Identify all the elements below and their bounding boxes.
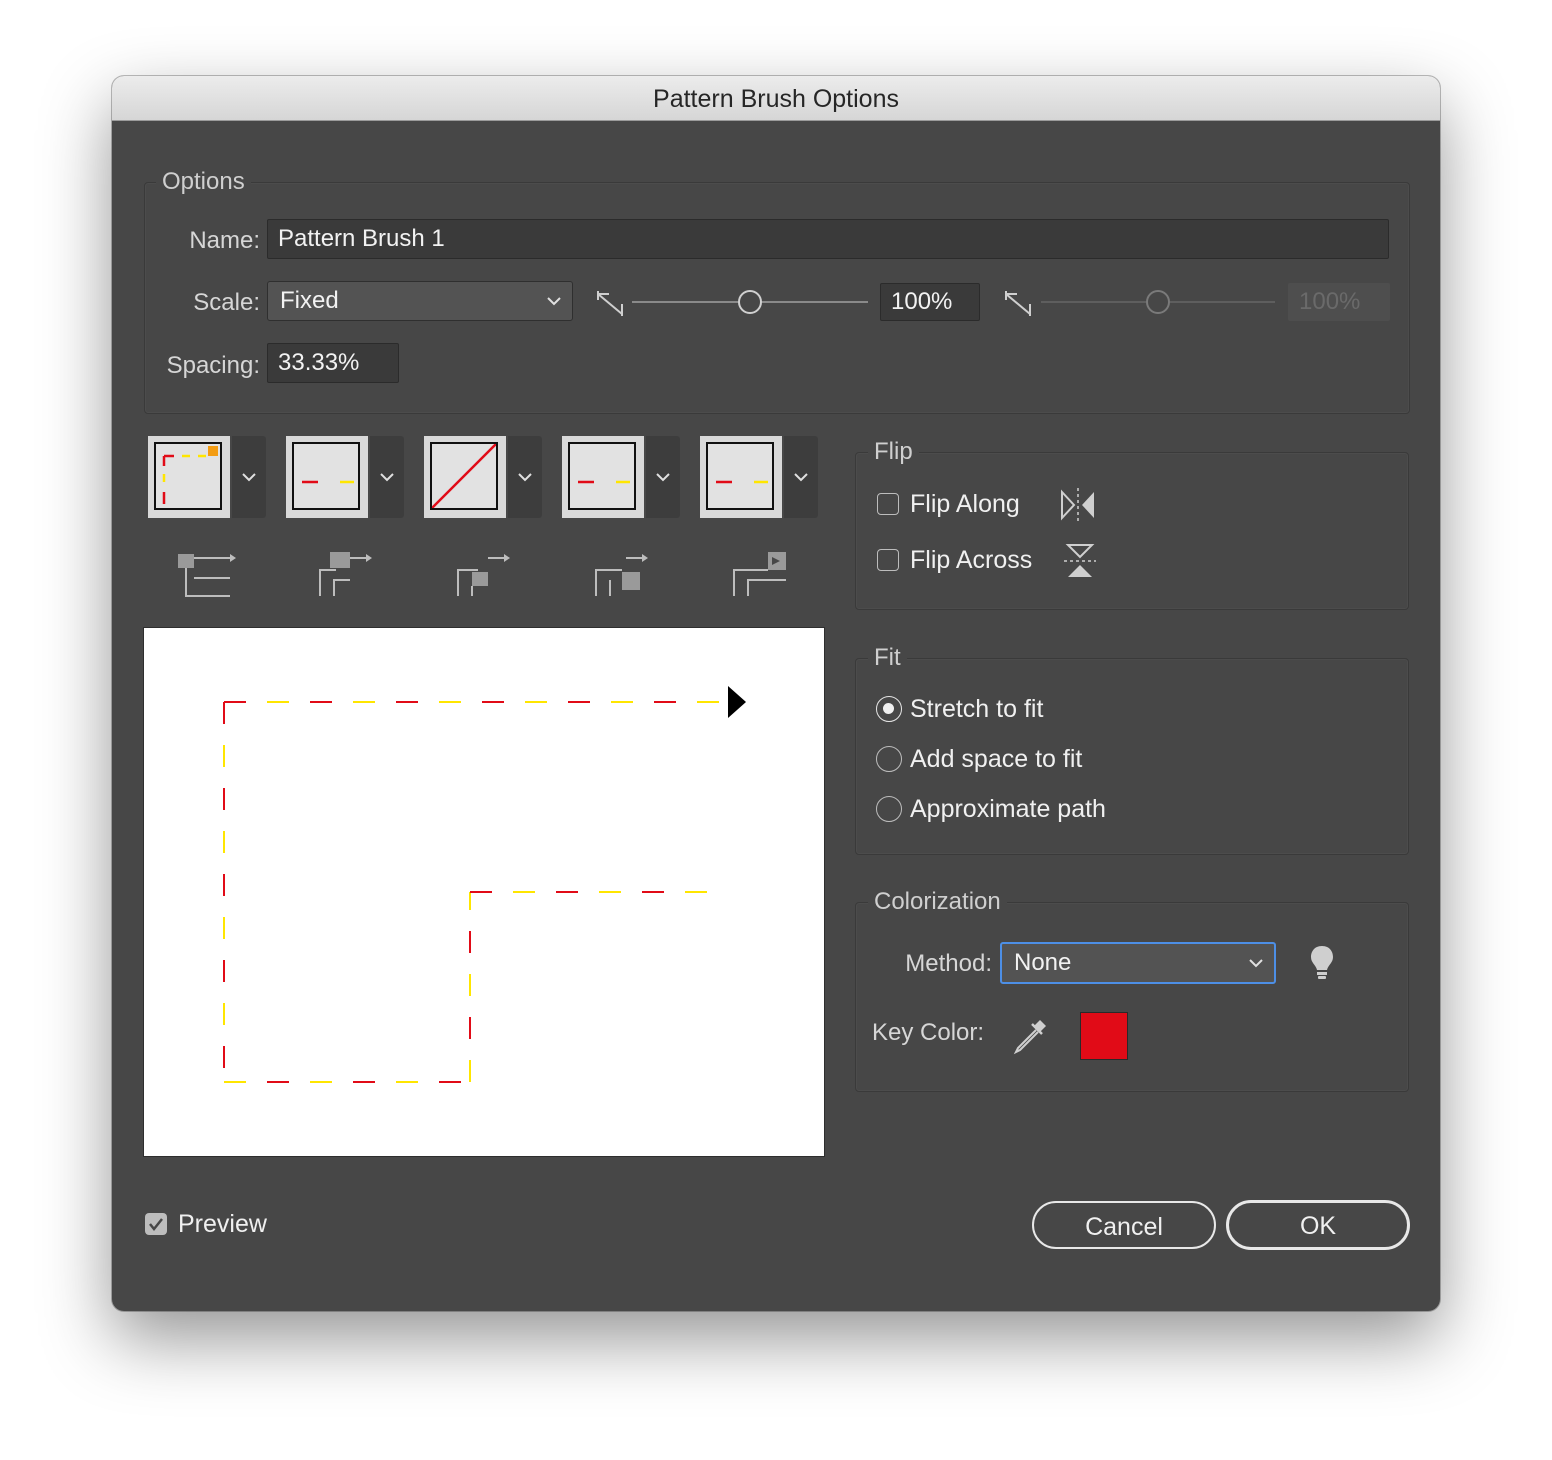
flip-across-checkbox[interactable] [877,549,899,571]
side-tile-swatch [302,480,354,484]
pressure-max-icon [1005,291,1031,316]
chevron-down-icon [656,473,670,482]
end-tile-dropdown[interactable] [784,436,818,518]
chevron-down-icon [1249,959,1263,968]
key-color-swatch[interactable] [1080,1012,1128,1060]
start-tile-button[interactable] [562,436,680,518]
outer-corner-tile-icon [178,554,236,597]
title-bar[interactable]: Pattern Brush Options [112,76,1440,121]
stretch-to-fit-radio[interactable] [876,696,902,722]
start-tile-dropdown[interactable] [646,436,680,518]
scale-label: Scale: [193,289,260,316]
scale-dropdown-value: Fixed [280,287,339,314]
name-label: Name: [189,227,260,254]
inner-corner-tile-dropdown[interactable] [508,436,542,518]
chevron-down-icon [547,297,561,306]
key-color-label: Key Color: [872,1019,985,1046]
end-tile-icon [733,552,786,596]
approximate-path-radio[interactable] [876,796,902,822]
cancel-button[interactable]: Cancel [1032,1201,1216,1249]
colorization-group [855,902,1409,1092]
colorization-legend: Colorization [868,888,1007,916]
method-label: Method: [905,950,992,977]
preview-checkbox[interactable] [145,1213,167,1235]
flip-across-icon [1064,544,1096,577]
flip-along-checkbox[interactable] [877,493,899,515]
scale-max-slider-handle [1146,290,1170,314]
radio-selected-dot [883,703,894,714]
pattern-brush-options-dialog: Pattern Brush Options Options Name: Patt… [112,76,1440,1311]
inner-corner-tile-icon [457,554,510,596]
options-legend: Options [156,168,251,196]
fit-legend: Fit [868,644,907,672]
chevron-down-icon [380,473,394,482]
name-input[interactable]: Pattern Brush 1 [267,219,1389,259]
chevron-down-icon [242,473,256,482]
brush-preview-canvas [143,627,825,1157]
brush-preview-path [223,686,746,1083]
checkmark-icon [149,1218,163,1232]
window-title: Pattern Brush Options [653,85,899,113]
end-tile-button[interactable] [700,436,818,518]
flip-legend: Flip [868,438,919,466]
chevron-down-icon [794,473,808,482]
add-space-to-fit-radio[interactable] [876,746,902,772]
side-tile-icon [319,552,372,596]
flip-across-label: Flip Across [910,546,1033,574]
method-dropdown-value: None [1014,949,1072,976]
ok-button[interactable]: OK [1226,1200,1410,1250]
outer-corner-tile-dropdown[interactable] [232,436,266,518]
side-tile-button[interactable] [286,436,404,518]
start-tile-icon [595,554,648,596]
add-space-to-fit-label: Add space to fit [910,745,1083,773]
eyedropper-icon[interactable] [1010,1016,1050,1056]
scale-min-input[interactable]: 100% [880,283,980,321]
spacing-label: Spacing: [166,352,260,379]
approximate-path-label: Approximate path [910,795,1106,823]
flip-group [855,452,1409,610]
outer-corner-tile-button[interactable] [148,436,266,518]
pressure-min-icon [597,291,623,316]
outer-corner-tile-swatch [162,446,218,504]
inner-corner-tile-button[interactable] [424,436,542,518]
side-tile-dropdown[interactable] [370,436,404,518]
tips-lightbulb-icon[interactable] [1308,944,1336,982]
preview-label: Preview [178,1210,267,1238]
start-tile-swatch [578,480,630,484]
flip-along-icon [1061,488,1094,522]
chevron-down-icon [518,473,532,482]
spacing-input[interactable]: 33.33% [267,343,399,383]
method-dropdown[interactable]: None [1000,942,1276,984]
none-tile-swatch [432,444,496,508]
end-tile-swatch [716,480,768,484]
scale-slider-handle[interactable] [738,290,762,314]
flip-along-label: Flip Along [910,490,1020,518]
stretch-to-fit-label: Stretch to fit [910,695,1044,723]
scale-dropdown[interactable]: Fixed [267,281,573,321]
scale-max-input: 100% [1288,283,1390,321]
